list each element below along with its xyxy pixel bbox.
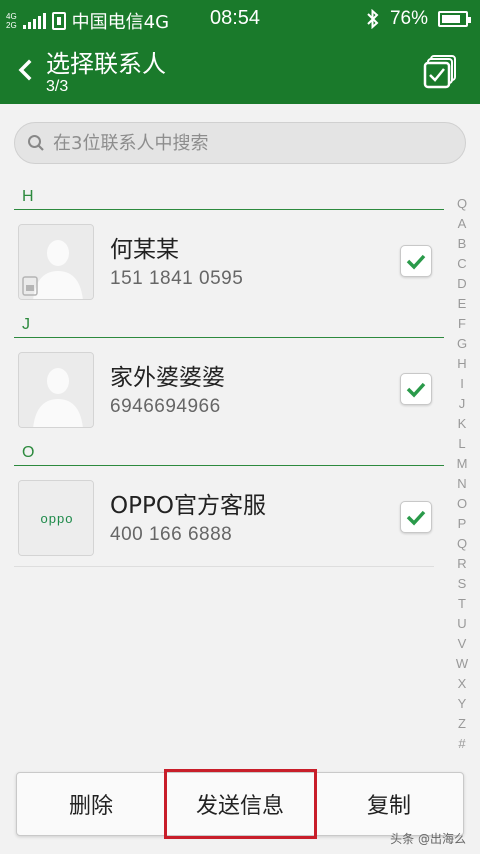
default-avatar <box>19 353 93 427</box>
contact-checkbox[interactable] <box>400 501 432 533</box>
sim-icon <box>51 12 66 30</box>
index-letter[interactable]: B <box>454 234 470 254</box>
contact-checkbox[interactable] <box>400 245 432 277</box>
page-title: 选择联系人 <box>46 50 166 78</box>
contact-row[interactable]: 家外婆婆婆 6946694966 <box>14 340 434 440</box>
index-letter[interactable]: J <box>454 394 470 414</box>
index-letter[interactable]: F <box>454 314 470 334</box>
bluetooth-icon <box>367 9 379 29</box>
search-bar[interactable] <box>14 122 466 164</box>
contact-checkbox[interactable] <box>400 373 432 405</box>
contact-row[interactable]: 何某某 151 1841 0595 <box>14 212 434 312</box>
contact-avatar <box>18 352 94 428</box>
signal-icon <box>22 13 46 29</box>
index-letter[interactable]: P <box>454 514 470 534</box>
index-letter[interactable]: D <box>454 274 470 294</box>
section-header-h: H <box>14 188 444 210</box>
index-letter[interactable]: O <box>454 494 470 514</box>
index-letter[interactable]: H <box>454 354 470 374</box>
checkmark-icon <box>406 382 426 398</box>
contact-name: 家外婆婆婆 <box>110 365 225 391</box>
index-letter[interactable]: U <box>454 614 470 634</box>
bottom-action-bar: 删除 发送信息 复制 <box>16 772 464 836</box>
battery-icon <box>438 11 471 27</box>
contact-phone: 6946694966 <box>110 396 221 417</box>
index-letter[interactable]: # <box>454 734 470 754</box>
index-letter[interactable]: V <box>454 634 470 654</box>
checkmark-icon <box>406 254 426 270</box>
search-input[interactable] <box>53 132 433 154</box>
network-top-label: 4G <box>6 12 17 21</box>
battery-percent: 76% <box>389 8 428 29</box>
contact-avatar: oppo <box>18 480 94 556</box>
contact-name: 何某某 <box>110 237 179 263</box>
index-letter[interactable]: W <box>454 654 470 674</box>
contact-row[interactable]: oppo OPPO官方客服 400 166 6888 <box>14 468 434 568</box>
index-letter[interactable]: Z <box>454 714 470 734</box>
contact-phone: 400 166 6888 <box>110 524 233 545</box>
delete-button[interactable]: 删除 <box>17 773 166 835</box>
status-bar: 4G 2G 中国电信4G 08:54 76% <box>0 0 480 38</box>
default-avatar-sim <box>19 225 93 299</box>
back-chevron-icon[interactable] <box>14 58 38 82</box>
search-icon <box>28 135 44 151</box>
index-letter[interactable]: R <box>454 554 470 574</box>
watermark: 头条 @出海么 <box>390 832 466 846</box>
send-message-button[interactable]: 发送信息 <box>166 773 315 835</box>
index-letter[interactable]: T <box>454 594 470 614</box>
index-letter[interactable]: Q <box>454 534 470 554</box>
select-all-icon[interactable] <box>422 54 458 90</box>
index-letter[interactable]: S <box>454 574 470 594</box>
network-bottom-label: 2G <box>6 21 17 30</box>
index-letter[interactable]: K <box>454 414 470 434</box>
index-letter[interactable]: C <box>454 254 470 274</box>
carrier-label: 中国电信4G <box>71 12 170 33</box>
copy-button[interactable]: 复制 <box>315 773 463 835</box>
status-right: 76% <box>366 8 471 30</box>
app-header: 选择联系人 3/3 <box>0 38 480 104</box>
index-letter[interactable]: L <box>454 434 470 454</box>
svg-text:oppo: oppo <box>41 511 74 526</box>
section-header-j: J <box>14 316 444 338</box>
selection-count: 3/3 <box>46 78 69 95</box>
list-divider <box>14 566 434 567</box>
alphabet-index[interactable]: Q A B C D E F G H I J K L M N O P Q R S … <box>454 194 470 754</box>
index-letter[interactable]: N <box>454 474 470 494</box>
index-letter[interactable]: M <box>454 454 470 474</box>
index-letter[interactable]: Y <box>454 694 470 714</box>
index-letter[interactable]: E <box>454 294 470 314</box>
contact-name: OPPO官方客服 <box>110 493 266 519</box>
index-letter[interactable]: A <box>454 214 470 234</box>
index-letter[interactable]: X <box>454 674 470 694</box>
index-letter[interactable]: G <box>454 334 470 354</box>
status-left: 4G 2G 中国电信4G <box>6 8 169 34</box>
network-type: 4G 2G <box>6 12 17 30</box>
clock: 08:54 <box>209 7 261 29</box>
checkmark-icon <box>406 510 426 526</box>
contact-phone: 151 1841 0595 <box>110 268 244 289</box>
contact-avatar <box>18 224 94 300</box>
oppo-logo: oppo <box>19 481 93 555</box>
index-search-icon[interactable]: Q <box>454 194 470 214</box>
index-letter[interactable]: I <box>454 374 470 394</box>
section-header-o: O <box>14 444 444 466</box>
